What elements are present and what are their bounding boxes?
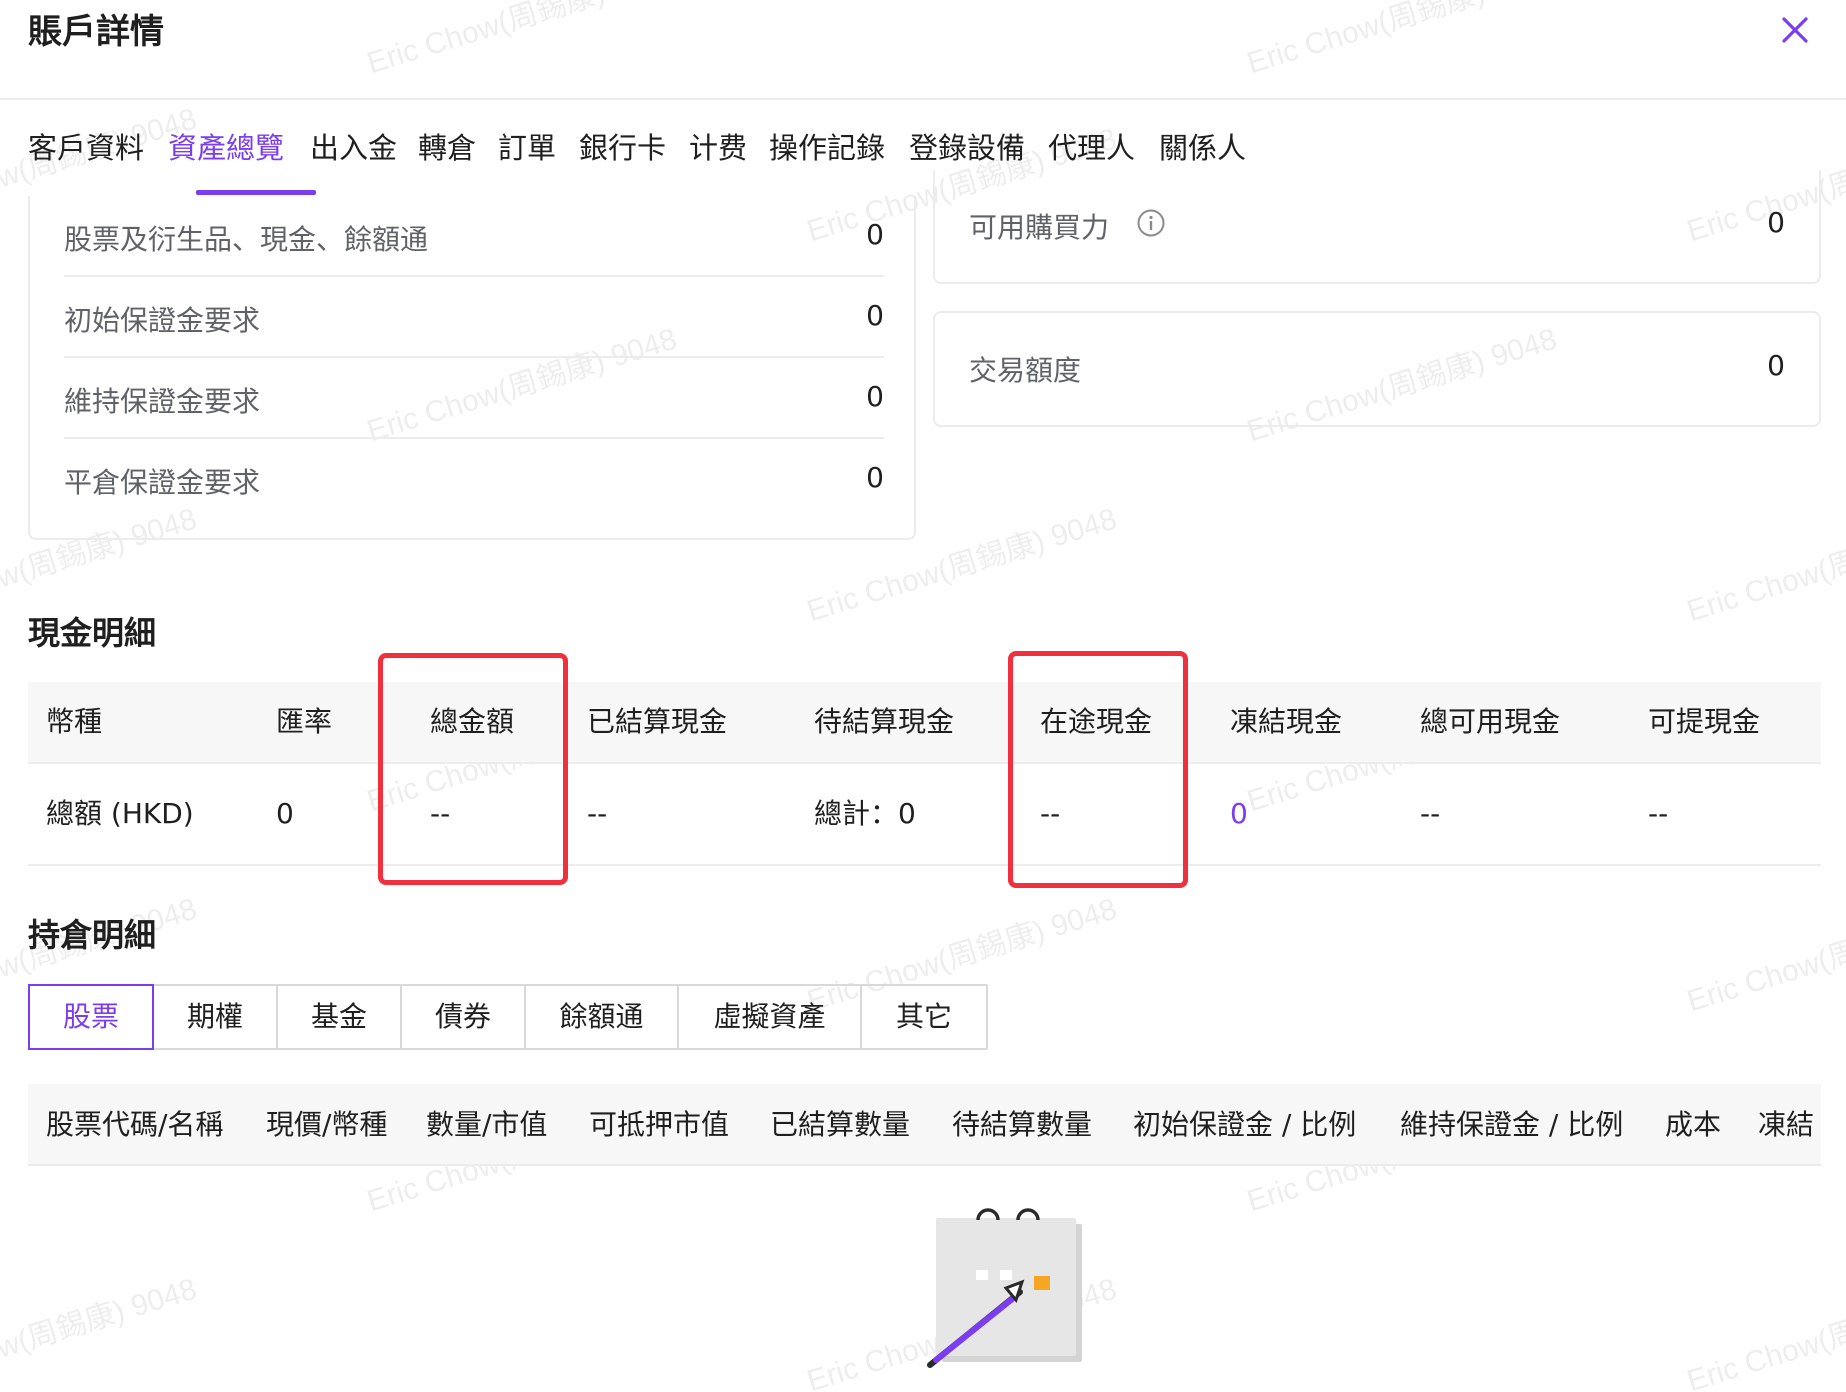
summary-value: 0 (866, 461, 884, 494)
active-tab-indicator (196, 190, 316, 195)
margin-summary-card: 股票及衍生品、現金、餘額通 0 初始保證金要求 0 維持保證金要求 0 平倉保證… (28, 196, 916, 540)
column-header: 匯率 (276, 705, 333, 738)
column-header: 凍結 (1758, 1108, 1815, 1141)
summary-label: 維持保證金要求 (64, 385, 261, 418)
tab-bank-card[interactable]: 銀行卡 (579, 128, 666, 168)
tab-asset-overview[interactable]: 資產總覽 (168, 128, 284, 168)
column-header: 成本 (1665, 1108, 1722, 1141)
column-header: 待結算現金 (814, 705, 955, 738)
segment-balance-pass[interactable]: 餘額通 (526, 986, 679, 1048)
summary-label: 股票及衍生品、現金、餘額通 (64, 223, 429, 256)
column-header: 數量/市值 (426, 1108, 548, 1141)
settled-cash-cell: -- (587, 797, 608, 830)
exchange-rate-cell: 0 (276, 797, 294, 830)
summary-value: 0 (866, 299, 884, 332)
close-icon[interactable] (1775, 10, 1815, 50)
column-header: 待結算數量 (952, 1108, 1093, 1141)
column-header: 凍結現金 (1230, 705, 1343, 738)
pending-cash-cell: 總計：0 (814, 797, 916, 830)
segment-bonds[interactable]: 債券 (402, 986, 526, 1048)
summary-value: 0 (866, 218, 884, 251)
column-header: 已結算現金 (587, 705, 728, 738)
frozen-cash-link[interactable]: 0 (1230, 794, 1248, 834)
tab-related-person[interactable]: 關係人 (1159, 128, 1246, 168)
column-header: 股票代碼/名稱 (46, 1108, 224, 1141)
highlight-box-total-amount (378, 653, 568, 885)
summary-row: 維持保證金要求 0 (64, 358, 884, 439)
column-header: 幣種 (46, 705, 103, 738)
watermark: Eric Chow(周錫康) 9048 (0, 1272, 201, 1392)
summary-row: 平倉保證金要求 0 (64, 439, 884, 520)
column-header: 可抵押市值 (589, 1108, 730, 1141)
segment-funds[interactable]: 基金 (278, 986, 402, 1048)
tab-deposit-withdraw[interactable]: 出入金 (310, 128, 397, 168)
holdings-table-header: 股票代碼/名稱 現價/幣種 數量/市值 可抵押市值 已結算數量 待結算數量 初始… (28, 1084, 1821, 1166)
dialog-title: 賬戶詳情 (28, 12, 164, 52)
tab-operation-log[interactable]: 操作記錄 (769, 128, 885, 168)
buying-power-value: 0 (1767, 206, 1785, 239)
column-header: 維持保證金 / 比例 (1400, 1108, 1624, 1141)
segment-options[interactable]: 期權 (154, 986, 278, 1048)
cash-table-header: 幣種 匯率 總金額 已結算現金 待結算現金 在途現金 凍結現金 總可用現金 可提… (28, 682, 1821, 764)
tab-billing[interactable]: 计费 (689, 128, 747, 168)
withdrawable-cash-cell: -- (1648, 797, 1669, 830)
watermark: Eric Chow(周錫康) 9048 (1683, 1273, 1846, 1392)
column-header: 可提現金 (1648, 705, 1761, 738)
column-header: 初始保證金 / 比例 (1133, 1108, 1357, 1141)
column-header: 已結算數量 (770, 1108, 911, 1141)
table-row: 總額 (HKD) 0 -- -- 總計：0 -- 0 -- -- (28, 764, 1821, 866)
tab-agent[interactable]: 代理人 (1048, 128, 1135, 168)
empty-state-illustration (927, 1208, 1082, 1368)
column-header: 總可用現金 (1420, 705, 1561, 738)
holdings-section-title: 持倉明細 (28, 916, 157, 954)
summary-value: 0 (866, 380, 884, 413)
currency-cell: 總額 (HKD) (46, 797, 194, 830)
segment-stocks[interactable]: 股票 (28, 984, 154, 1050)
tab-orders[interactable]: 訂單 (498, 128, 556, 168)
buying-power-card: 可用購買力 0 (933, 170, 1821, 284)
trading-limit-label: 交易額度 (969, 354, 1082, 387)
dialog-header: 賬戶詳情 (0, 0, 1846, 100)
segment-other[interactable]: 其它 (862, 986, 986, 1048)
summary-label: 平倉保證金要求 (64, 466, 261, 499)
cash-section-title: 現金明細 (28, 614, 157, 652)
total-available-cash-cell: -- (1420, 797, 1441, 830)
segment-virtual-assets[interactable]: 虛擬資產 (679, 986, 862, 1048)
tab-customer-info[interactable]: 客戶資料 (28, 128, 144, 168)
holdings-segment-tabs: 股票 期權 基金 債券 餘額通 虛擬資產 其它 (28, 984, 988, 1050)
info-icon[interactable] (1136, 208, 1166, 238)
tab-login-devices[interactable]: 登錄設備 (909, 128, 1025, 168)
buying-power-label: 可用購買力 (969, 211, 1110, 244)
tab-transfer[interactable]: 轉倉 (418, 128, 476, 168)
column-header: 現價/幣種 (266, 1108, 388, 1141)
trading-limit-value: 0 (1767, 349, 1785, 382)
summary-row: 股票及衍生品、現金、餘額通 0 (64, 196, 884, 277)
highlight-box-in-transit-cash (1008, 651, 1188, 888)
watermark: Eric Chow(周錫康) 9048 (1683, 893, 1846, 1019)
summary-row: 初始保證金要求 0 (64, 277, 884, 358)
watermark: Eric Chow(周錫康) 9048 (1683, 503, 1846, 629)
summary-label: 初始保證金要求 (64, 304, 261, 337)
trading-limit-card: 交易額度 0 (933, 311, 1821, 427)
